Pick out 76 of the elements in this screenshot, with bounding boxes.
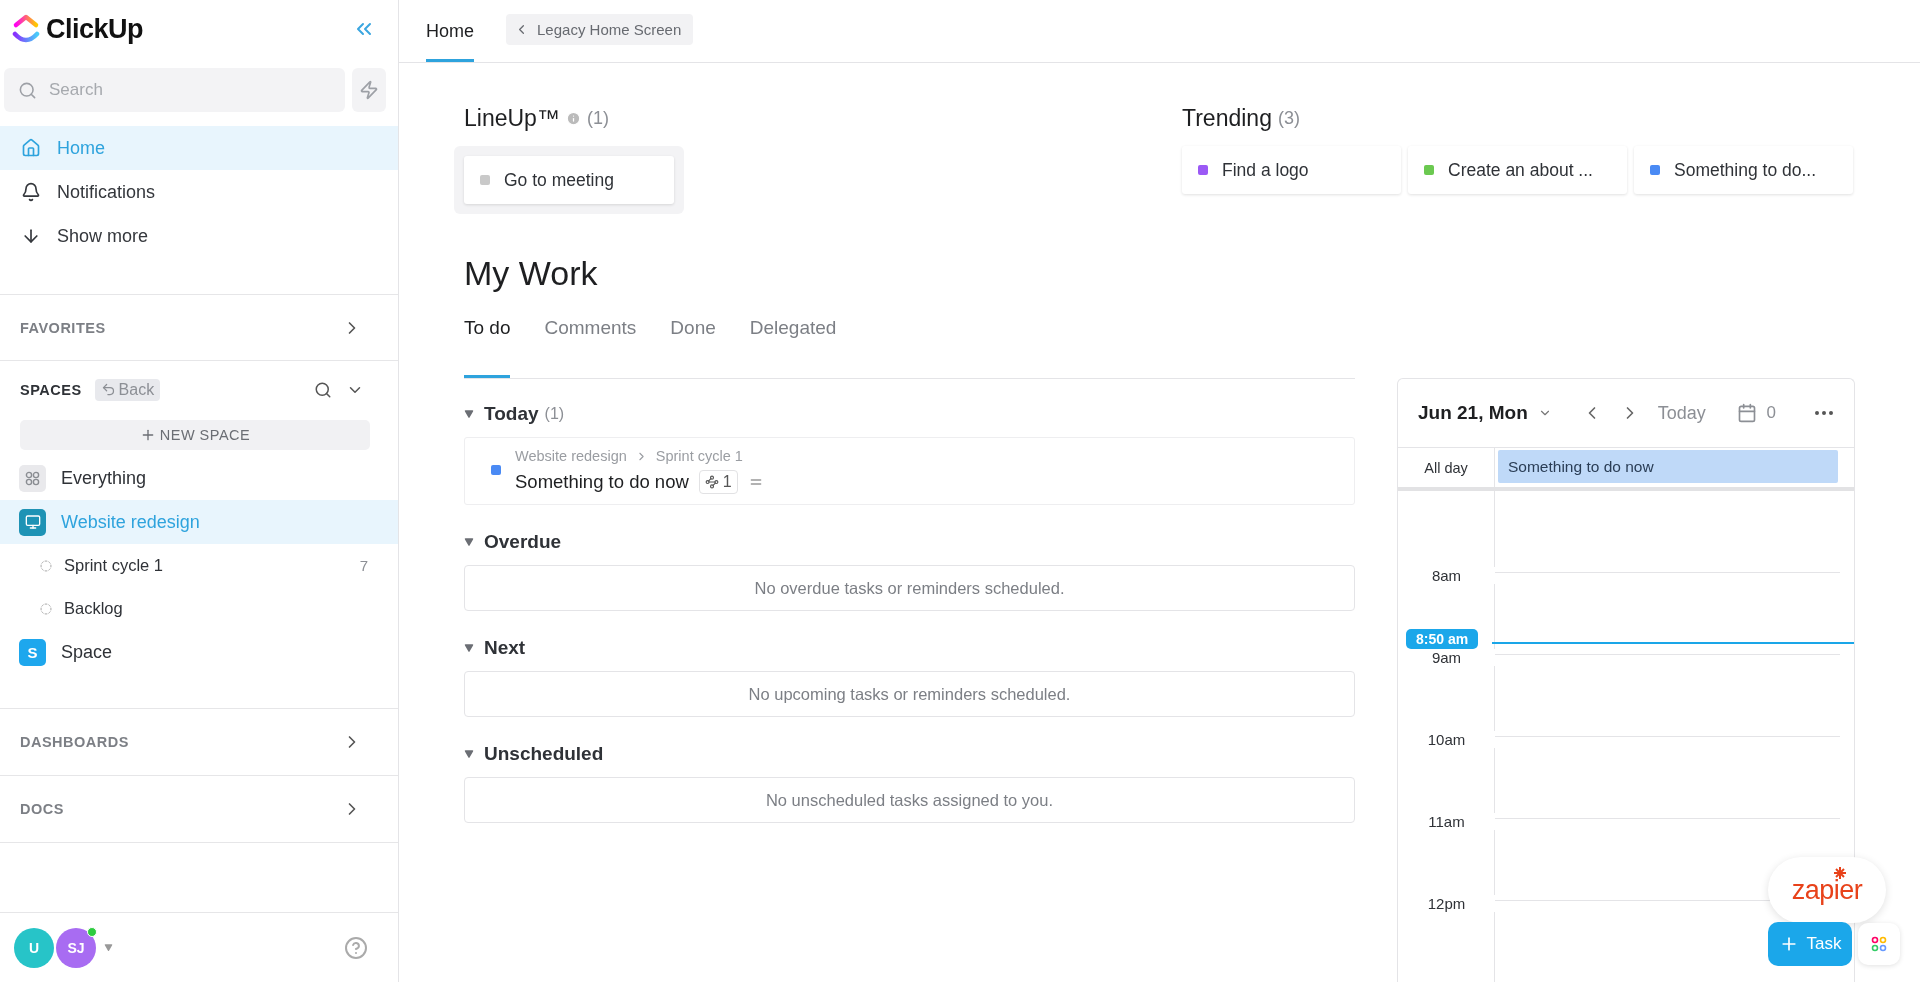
section-title: SPACES — [20, 381, 82, 398]
zapier-widget[interactable]: zapier — [1768, 857, 1886, 923]
calendar-date[interactable]: Jun 21, Mon — [1418, 402, 1528, 425]
work-tab[interactable]: Delegated — [749, 315, 837, 378]
task-card[interactable]: Something to do... — [1634, 146, 1853, 194]
subtask-count[interactable]: 1 — [698, 470, 738, 494]
all-day-label: All day — [1398, 448, 1495, 487]
work-tab[interactable]: Comments — [544, 315, 637, 378]
caret-icon[interactable] — [464, 643, 474, 653]
dashed-circle-icon — [40, 559, 52, 572]
task-card[interactable]: Go to meeting — [464, 156, 674, 204]
task-name: Something to do... — [1674, 159, 1817, 181]
work-tab[interactable]: Done — [670, 315, 716, 378]
group-title[interactable]: Unscheduled — [484, 743, 604, 765]
task-name: Find a logo — [1222, 159, 1309, 181]
subtask-icon — [704, 475, 719, 489]
search-field[interactable]: Search — [4, 68, 345, 112]
section-heading: Trending — [1182, 105, 1272, 132]
list-item[interactable]: Backlog — [0, 587, 398, 630]
back-arrow-icon — [100, 382, 116, 397]
task-name: Create an about ... — [1448, 159, 1593, 181]
search-input[interactable]: Search — [47, 79, 331, 101]
section-title[interactable]: DOCS — [20, 801, 64, 817]
lightning-icon — [359, 80, 379, 100]
group-title[interactable]: Next — [484, 637, 526, 659]
item-count: (3) — [1277, 108, 1300, 129]
calendar-icon[interactable] — [1736, 403, 1757, 424]
apps-icon — [1871, 936, 1887, 952]
caret-icon[interactable] — [464, 409, 474, 419]
item-count: (1) — [586, 108, 609, 129]
calendar-count: 0 — [1766, 403, 1776, 424]
caret-icon[interactable] — [464, 749, 474, 759]
task-name[interactable]: Something to do now — [515, 471, 689, 493]
empty-message: No overdue tasks or reminders scheduled. — [464, 565, 1355, 611]
space-avatar: S — [19, 638, 46, 666]
monitor-icon — [19, 508, 46, 536]
logo-text: ClickUp — [46, 13, 144, 45]
task-card[interactable]: Find a logo — [1182, 146, 1401, 194]
current-time-badge: 8:50 am — [1406, 629, 1479, 649]
list-name: Sprint cycle 1 — [64, 556, 164, 575]
nav-item[interactable]: Notifications — [0, 170, 398, 214]
grid-icon — [19, 464, 46, 492]
nav-item[interactable]: Show more — [0, 214, 398, 258]
calendar-event[interactable]: Something to do now — [1498, 450, 1838, 483]
section-title[interactable]: FAVORITES — [20, 319, 106, 336]
task-count: 7 — [359, 557, 368, 574]
logo-icon — [12, 14, 40, 44]
task-row[interactable]: Website redesign Sprint cycle 1 Something to do now 1 — [464, 437, 1355, 505]
search-icon — [18, 80, 37, 100]
apps-button[interactable] — [1858, 923, 1900, 965]
zapier-text: zapier — [1791, 874, 1863, 906]
work-tab[interactable]: To do — [464, 315, 511, 378]
asterisk-icon — [1834, 867, 1846, 879]
section-heading: LineUp™ — [464, 105, 560, 132]
caret-icon[interactable] — [464, 537, 474, 547]
bell-icon — [21, 182, 41, 202]
group-title[interactable]: Overdue — [484, 531, 562, 553]
page-tab[interactable]: Home — [426, 0, 474, 62]
list-item[interactable]: Sprint cycle 1 7 — [0, 544, 398, 587]
section-title[interactable]: DASHBOARDS — [20, 734, 129, 750]
group-count: (1) — [544, 405, 565, 423]
empty-message: No upcoming tasks or reminders scheduled. — [464, 671, 1355, 717]
empty-message: No unscheduled tasks assigned to you. — [464, 777, 1355, 823]
search-icon[interactable] — [314, 380, 332, 399]
new-space-button[interactable]: NEW SPACE — [20, 420, 370, 450]
legacy-home-button[interactable]: Legacy Home Screen — [506, 13, 694, 45]
task-card[interactable]: Create an about ... — [1408, 146, 1627, 194]
space-item[interactable]: S Space — [0, 630, 398, 674]
group-title[interactable]: Today — [484, 403, 539, 425]
home-icon — [21, 138, 41, 158]
page-heading: My Work — [464, 254, 599, 293]
task-name: Go to meeting — [504, 169, 614, 191]
space-item[interactable]: Everything — [0, 456, 398, 500]
dashed-circle-icon — [40, 602, 52, 615]
caret-icon[interactable] — [104, 943, 113, 952]
list-name: Backlog — [64, 599, 123, 618]
